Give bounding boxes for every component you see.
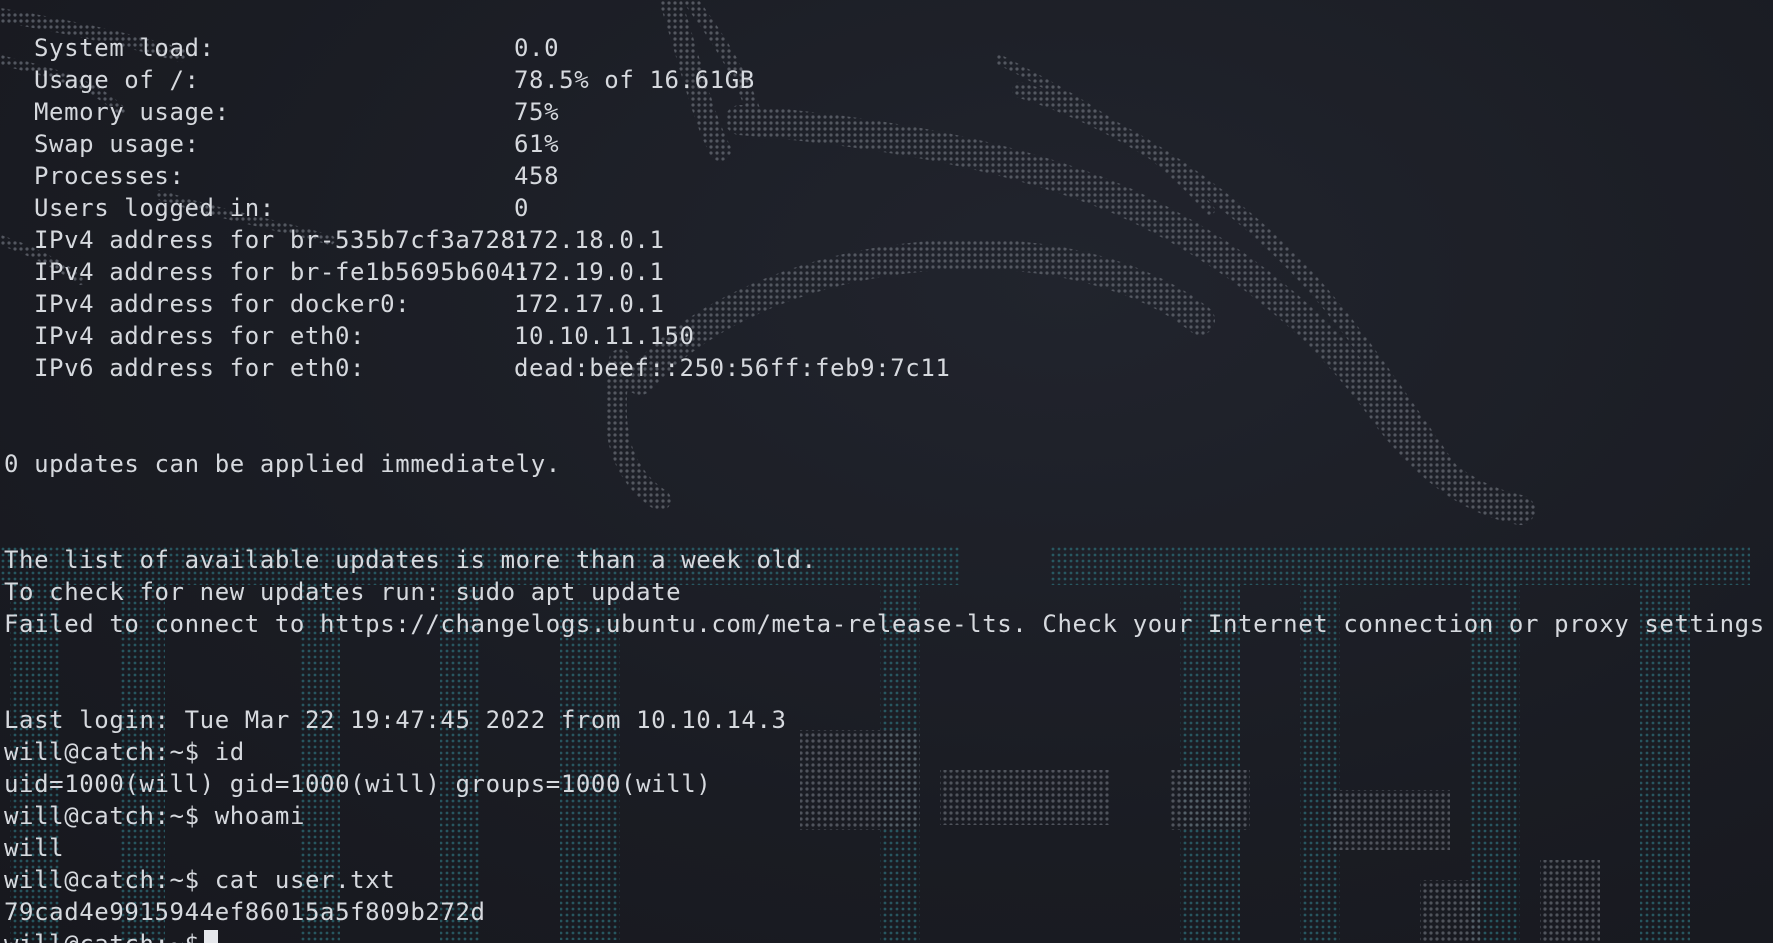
command-text: id <box>214 738 245 766</box>
sysinfo-label: IPv4 address for br-fe1b5695b604: <box>34 258 531 286</box>
sysinfo-label: Users logged in: <box>34 194 275 222</box>
command-output: will <box>4 834 65 862</box>
sysinfo-value: 78.5% of 16.61GB <box>514 66 755 94</box>
text-cursor[interactable] <box>203 930 218 943</box>
sysinfo-value: 75% <box>514 98 560 126</box>
sysinfo-label: IPv4 address for br-535b7cf3a728: <box>34 226 531 254</box>
sysinfo-value: 172.18.0.1 <box>514 226 665 254</box>
sysinfo-value: 61% <box>514 130 560 158</box>
updates-applied-message: 0 updates can be applied immediately. <box>4 450 561 478</box>
command-output: 79cad4e9915944ef86015a5f809b272d <box>4 898 486 926</box>
sysinfo-row: IPv4 address for br-fe1b5695b604:172.19.… <box>4 256 665 288</box>
command-text: whoami <box>214 802 305 830</box>
active-command-line[interactable]: will@catch:~$ <box>4 928 218 943</box>
sysinfo-value: 172.17.0.1 <box>514 290 665 318</box>
check-updates-message: To check for new updates run: sudo apt u… <box>4 578 682 606</box>
sysinfo-value: 458 <box>514 162 560 190</box>
shell-prompt: will@catch:~$ <box>4 802 200 830</box>
sysinfo-row: Memory usage: 75% <box>4 96 559 128</box>
sysinfo-value: 0.0 <box>514 34 560 62</box>
sysinfo-label: IPv4 address for docker0: <box>34 290 411 318</box>
command-text: cat user.txt <box>214 866 396 894</box>
sysinfo-label: Swap usage: <box>34 130 200 158</box>
connection-failed-message: Failed to connect to https://changelogs.… <box>4 610 1765 638</box>
sysinfo-label: IPv4 address for eth0: <box>34 322 366 350</box>
sysinfo-row: IPv4 address for docker0: 172.17.0.1 <box>4 288 665 320</box>
last-login-message: Last login: Tue Mar 22 19:47:45 2022 fro… <box>4 706 787 734</box>
sysinfo-label: IPv6 address for eth0: <box>34 354 366 382</box>
sysinfo-row: IPv4 address for eth0: 10.10.11.150 <box>4 320 695 352</box>
shell-prompt: will@catch:~$ <box>4 866 200 894</box>
terminal-window[interactable]: System load: 0.0 Usage of /: 78.5% of 16.6… <box>0 0 1773 943</box>
command-line: will@catch:~$ whoami <box>4 800 305 832</box>
sysinfo-label: Memory usage: <box>34 98 230 126</box>
command-output: uid=1000(will) gid=1000(will) groups=100… <box>4 770 712 798</box>
sysinfo-row: System load: 0.0 <box>4 32 559 64</box>
shell-prompt: will@catch:~$ <box>4 930 200 943</box>
sysinfo-label: System load: <box>34 34 215 62</box>
sysinfo-row: IPv6 address for eth0: dead:beef::250:56f… <box>4 352 950 384</box>
sysinfo-row: Swap usage: 61% <box>4 128 559 160</box>
sysinfo-value: 172.19.0.1 <box>514 258 665 286</box>
sysinfo-row: Processes: 458 <box>4 160 559 192</box>
sysinfo-row: Usage of /: 78.5% of 16.61GB <box>4 64 755 96</box>
sysinfo-label: Usage of /: <box>34 66 200 94</box>
sysinfo-row: Users logged in: 0 <box>4 192 529 224</box>
sysinfo-label: Processes: <box>34 162 185 190</box>
sysinfo-value: 0 <box>514 194 530 222</box>
shell-prompt: will@catch:~$ <box>4 738 200 766</box>
command-line: will@catch:~$ id <box>4 736 245 768</box>
command-line: will@catch:~$ cat user.txt <box>4 864 395 896</box>
sysinfo-row: IPv4 address for br-535b7cf3a728:172.18.… <box>4 224 665 256</box>
updates-old-message: The list of available updates is more th… <box>4 546 817 574</box>
sysinfo-value: dead:beef::250:56ff:feb9:7c11 <box>514 354 951 382</box>
sysinfo-value: 10.10.11.150 <box>514 322 695 350</box>
